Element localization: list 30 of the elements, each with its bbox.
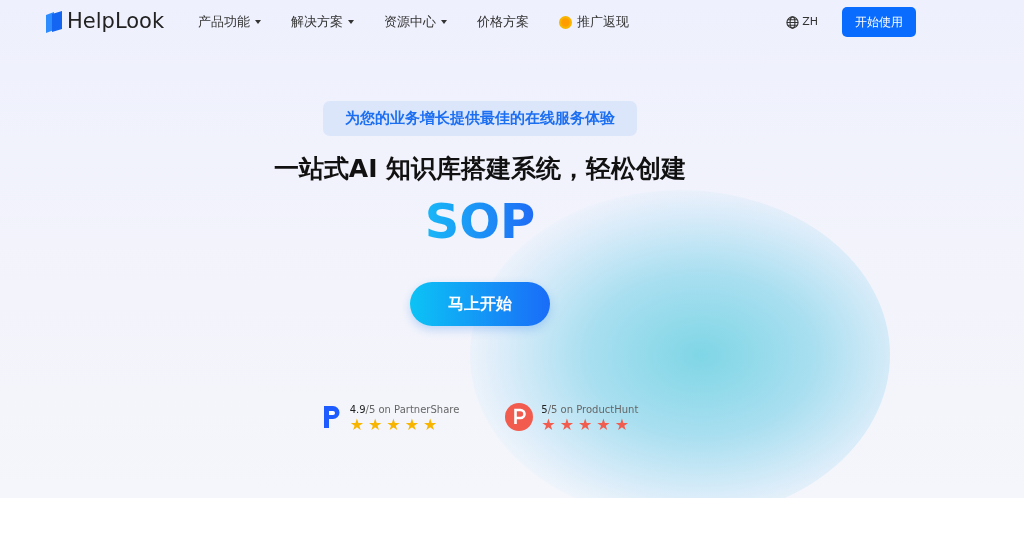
coin-icon xyxy=(559,15,573,29)
star-icon: ★ xyxy=(349,416,364,433)
language-selector[interactable]: ZH xyxy=(786,13,818,31)
star-icon: ★ xyxy=(541,416,556,433)
star-icon: ★ xyxy=(404,416,420,433)
star-icon: ★ xyxy=(614,416,630,433)
nav-link[interactable]: 推广返现 xyxy=(559,12,630,32)
nav-link[interactable]: 资源中心 xyxy=(384,12,448,32)
rating-text: 5/5 on ProductHunt xyxy=(541,402,639,417)
start-button[interactable]: 开始使用 xyxy=(842,7,916,37)
globe-icon xyxy=(786,15,800,29)
star-icon: ★ xyxy=(423,416,438,433)
logo-icon xyxy=(45,10,63,34)
star-icon: ★ xyxy=(578,416,593,433)
p-logo-icon xyxy=(505,403,534,432)
rating-text: 4.9/5 on PartnerShare xyxy=(349,402,460,417)
star-icon: ★ xyxy=(368,416,383,433)
caret-icon xyxy=(441,20,448,24)
star-icon: ★ xyxy=(386,416,401,433)
brand-name[interactable]: HelpLook xyxy=(67,6,165,38)
nav-link[interactable]: 价格方案 xyxy=(477,12,530,32)
star-icon: ★ xyxy=(596,416,611,433)
headline: 一站式AI 知识库搭建系统，轻松创建 xyxy=(273,152,687,185)
nav-link[interactable]: 解决方案 xyxy=(291,12,355,32)
tagline-badge: 为您的业务增长提供最佳的在线服务体验 xyxy=(323,101,637,136)
caret-icon xyxy=(348,20,355,24)
star-icon: ★ xyxy=(559,416,574,433)
caret-icon xyxy=(255,20,262,24)
nav-link[interactable]: 产品功能 xyxy=(198,12,262,32)
p-logo-icon xyxy=(321,404,342,431)
